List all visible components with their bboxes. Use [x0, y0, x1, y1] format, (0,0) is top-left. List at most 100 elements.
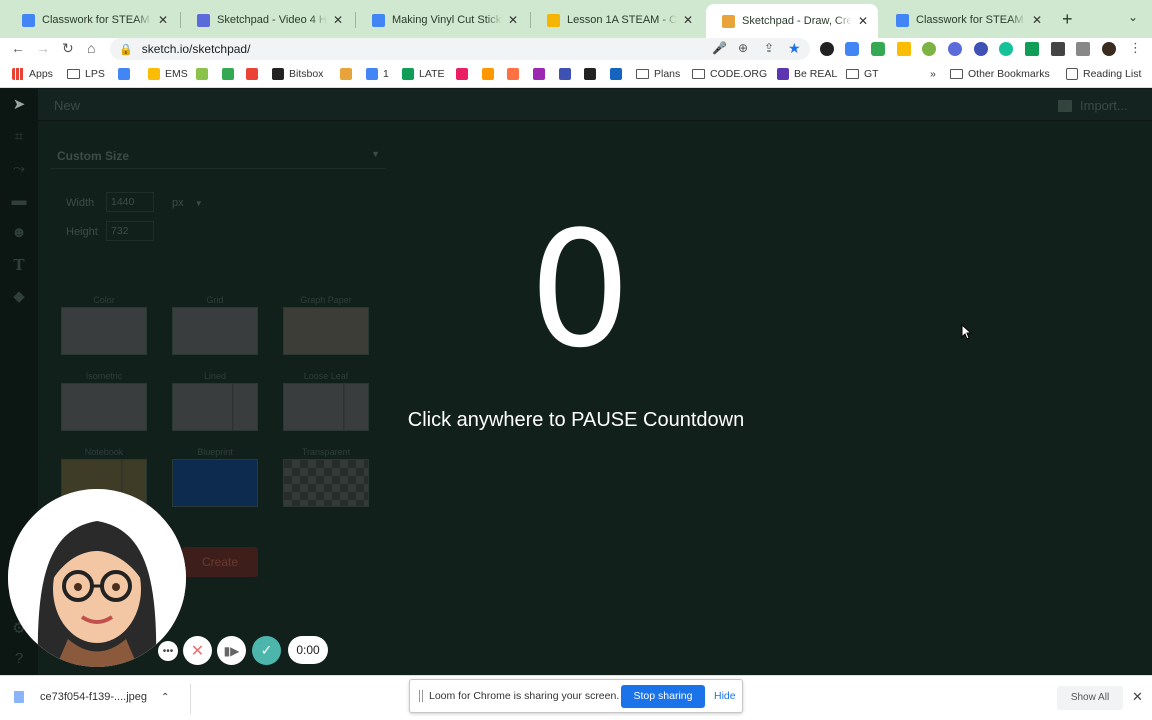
template-tile[interactable] — [172, 459, 258, 507]
bookmark-item[interactable]: LPS — [67, 68, 105, 80]
bookmark-item[interactable] — [340, 68, 357, 80]
bookmark-item[interactable]: Bitsbox — [272, 68, 323, 80]
select-tool-icon[interactable]: ➤ — [10, 96, 28, 114]
more-options-button[interactable]: ••• — [158, 641, 178, 661]
template-tile[interactable] — [283, 459, 369, 507]
template-tile[interactable] — [283, 307, 369, 355]
browser-tab[interactable]: Classwork for STEAM 7 - Sp ✕ — [880, 6, 1052, 34]
countdown-message[interactable]: Click anywhere to PAUSE Countdown — [340, 409, 812, 432]
new-button[interactable]: New — [54, 98, 80, 113]
bookmarks-overflow-button[interactable]: » — [930, 68, 936, 80]
chevron-down-icon: ▼ — [194, 199, 203, 208]
template-tile[interactable] — [61, 307, 147, 355]
bookmark-item[interactable] — [507, 68, 524, 80]
import-button[interactable]: Import... — [1058, 98, 1128, 113]
forward-icon[interactable]: → — [36, 40, 50, 56]
bookmark-item[interactable] — [584, 68, 601, 80]
browser-tab[interactable]: Sketchpad - Draw, Create, ✕ — [706, 4, 878, 38]
install-icon[interactable]: ⊕ — [738, 41, 748, 55]
reading-list[interactable]: Reading List — [1066, 68, 1141, 80]
bookmark-item[interactable] — [482, 68, 499, 80]
address-bar[interactable]: 🔒 sketch.io/sketchpad/ 🎤 ⊕ ⇪ ★ — [110, 38, 810, 60]
finish-recording-button[interactable]: ✓ — [252, 636, 281, 665]
extension-icon[interactable] — [845, 42, 859, 56]
browser-tab[interactable]: Classwork for STEAM 7 - Sp ✕ — [6, 6, 178, 34]
tab-close-icon[interactable]: ✕ — [333, 13, 343, 27]
pause-recording-button[interactable]: ▮▶ — [217, 636, 246, 665]
template-tile[interactable] — [172, 383, 258, 431]
bookmark-item[interactable] — [559, 68, 576, 80]
size-select-label: Custom Size — [57, 149, 130, 163]
template-tile[interactable] — [61, 383, 147, 431]
loom-camera-bubble[interactable] — [8, 489, 186, 667]
extension-icon[interactable] — [922, 42, 936, 56]
tab-close-icon[interactable]: ✕ — [858, 14, 868, 28]
help-icon[interactable]: ? — [10, 650, 28, 668]
bookmark-item[interactable]: EMS — [148, 68, 188, 80]
bookmark-favicon-icon — [118, 68, 130, 80]
menu-icon[interactable]: ⋮ — [1129, 40, 1142, 56]
drag-handle-icon[interactable] — [419, 690, 423, 702]
microphone-icon[interactable]: 🎤 — [712, 41, 727, 55]
bookmark-item[interactable] — [118, 68, 135, 80]
bookmark-star-icon[interactable]: ★ — [788, 40, 801, 57]
bookmark-item[interactable] — [610, 68, 627, 80]
browser-tab[interactable]: Lesson 1A STEAM - Custom ✕ — [531, 6, 703, 34]
bookmark-item[interactable] — [456, 68, 473, 80]
tab-close-icon[interactable]: ✕ — [158, 13, 168, 27]
close-icon[interactable]: ✕ — [1132, 689, 1143, 705]
tab-close-icon[interactable]: ✕ — [1032, 13, 1042, 27]
width-input[interactable]: 1440 — [106, 192, 154, 212]
bookmark-item[interactable]: LATE — [402, 68, 444, 80]
extension-icon[interactable] — [974, 42, 988, 56]
text-tool-icon[interactable]: T — [10, 256, 28, 274]
share-icon[interactable]: ⇪ — [764, 41, 774, 55]
bookmark-item[interactable] — [533, 68, 550, 80]
browser-tab[interactable]: Sketchpad - Video 4 How to ✕ — [181, 6, 353, 34]
grammarly-icon[interactable] — [999, 42, 1013, 56]
extension-icon[interactable] — [948, 42, 962, 56]
browser-tab[interactable]: Making Vinyl Cut Stickers J ✕ — [356, 6, 528, 34]
crop-tool-icon[interactable]: ⌗ — [10, 128, 28, 146]
extension-icon[interactable] — [1025, 42, 1039, 56]
reload-icon[interactable]: ↻ — [62, 40, 74, 57]
stop-sharing-button[interactable]: Stop sharing — [621, 685, 705, 708]
template-tile[interactable] — [172, 307, 258, 355]
chevron-up-icon[interactable]: ⌃ — [161, 692, 169, 703]
drive-icon[interactable] — [897, 42, 911, 56]
height-input[interactable]: 732 — [106, 221, 154, 241]
bookmark-item[interactable]: Plans — [636, 68, 680, 80]
bookmark-item[interactable] — [246, 68, 263, 80]
home-icon[interactable]: ⌂ — [87, 40, 95, 56]
extension-icon[interactable] — [871, 42, 885, 56]
hide-button[interactable]: Hide — [714, 690, 736, 702]
curve-tool-icon[interactable]: ⤳ — [10, 160, 28, 178]
puzzle-icon[interactable] — [1076, 42, 1090, 56]
tab-close-icon[interactable]: ✕ — [508, 13, 518, 27]
download-item[interactable]: ce73f054-f139-....jpeg ⌃ — [14, 691, 169, 703]
bookmark-item[interactable] — [196, 68, 213, 80]
url-text: sketch.io/sketchpad/ — [141, 42, 251, 56]
unit-select[interactable]: px ▼ — [172, 197, 203, 209]
bookmark-item[interactable] — [222, 68, 239, 80]
bookmark-item[interactable]: GT — [846, 68, 879, 80]
tab-search-icon[interactable]: ⌄ — [1128, 10, 1138, 24]
bookmark-item[interactable]: 1 — [366, 68, 389, 80]
sticker-tool-icon[interactable]: ☻ — [10, 224, 28, 242]
rocket-icon[interactable] — [1051, 42, 1065, 56]
fill-tool-icon[interactable]: ◆ — [10, 288, 28, 306]
profile-avatar[interactable] — [1102, 42, 1116, 56]
extension-icon[interactable] — [820, 42, 834, 56]
create-button[interactable]: Create — [182, 547, 258, 577]
cancel-recording-button[interactable]: ✕ — [183, 636, 212, 665]
bookmark-item[interactable]: Apps — [12, 68, 53, 80]
new-tab-button[interactable]: + — [1062, 9, 1073, 30]
shape-tool-icon[interactable]: ▬ — [10, 192, 28, 210]
other-bookmarks[interactable]: Other Bookmarks — [950, 68, 1050, 80]
show-all-button[interactable]: Show All — [1057, 686, 1123, 710]
bookmark-item[interactable]: CODE.ORG — [692, 68, 767, 80]
back-icon[interactable]: ← — [11, 40, 25, 56]
size-select[interactable]: Custom Size ▼ — [50, 141, 386, 169]
tab-close-icon[interactable]: ✕ — [683, 13, 693, 27]
bookmark-item[interactable]: Be REAL — [777, 68, 837, 80]
